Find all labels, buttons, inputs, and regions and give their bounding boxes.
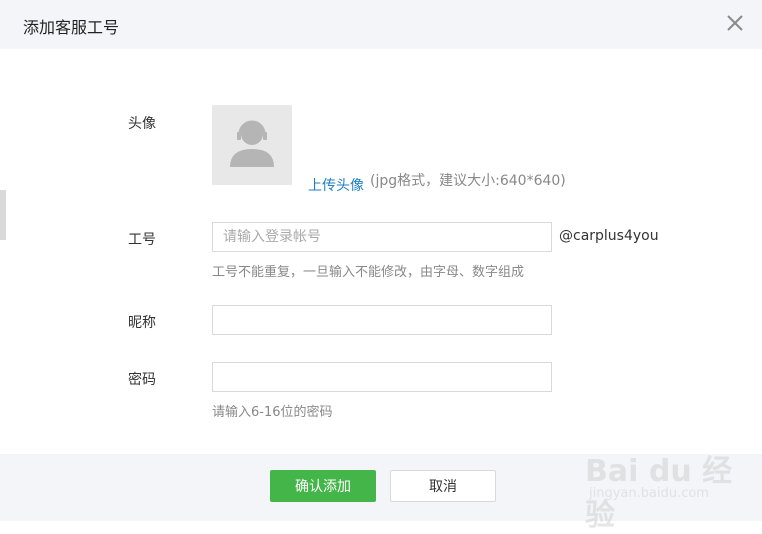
password-input[interactable] bbox=[212, 362, 552, 392]
avatar-label: 头像 bbox=[128, 116, 156, 132]
user-headset-icon bbox=[230, 120, 274, 167]
nickname-label: 昵称 bbox=[128, 315, 156, 331]
add-agent-dialog: 添加客服工号 头像 上传头像 (jpg格式，建议大小:640*640) 工号 @… bbox=[0, 0, 762, 533]
baidu-jingyan-watermark: Bai du 经验 jingyan.baidu.com bbox=[585, 436, 745, 533]
background-window-edge bbox=[0, 190, 6, 240]
account-input[interactable] bbox=[212, 222, 552, 252]
dialog-header: 添加客服工号 bbox=[0, 0, 762, 49]
password-label: 密码 bbox=[128, 372, 156, 388]
watermark-url: jingyan.baidu.com bbox=[589, 486, 709, 501]
upload-avatar-link[interactable]: 上传头像 bbox=[308, 175, 364, 195]
account-label: 工号 bbox=[128, 232, 156, 248]
cancel-button[interactable]: 取消 bbox=[390, 470, 496, 502]
account-hint: 工号不能重复，一旦输入不能修改，由字母、数字组成 bbox=[212, 265, 525, 280]
upload-avatar-hint: (jpg格式，建议大小:640*640) bbox=[370, 173, 566, 189]
nickname-input[interactable] bbox=[212, 305, 552, 335]
password-hint: 请输入6-16位的密码 bbox=[212, 405, 333, 420]
confirm-add-button[interactable]: 确认添加 bbox=[270, 470, 376, 502]
close-icon[interactable] bbox=[724, 12, 746, 34]
account-domain-suffix: @carplus4you bbox=[559, 228, 659, 244]
dialog-title: 添加客服工号 bbox=[23, 18, 120, 37]
avatar-preview bbox=[212, 105, 292, 185]
